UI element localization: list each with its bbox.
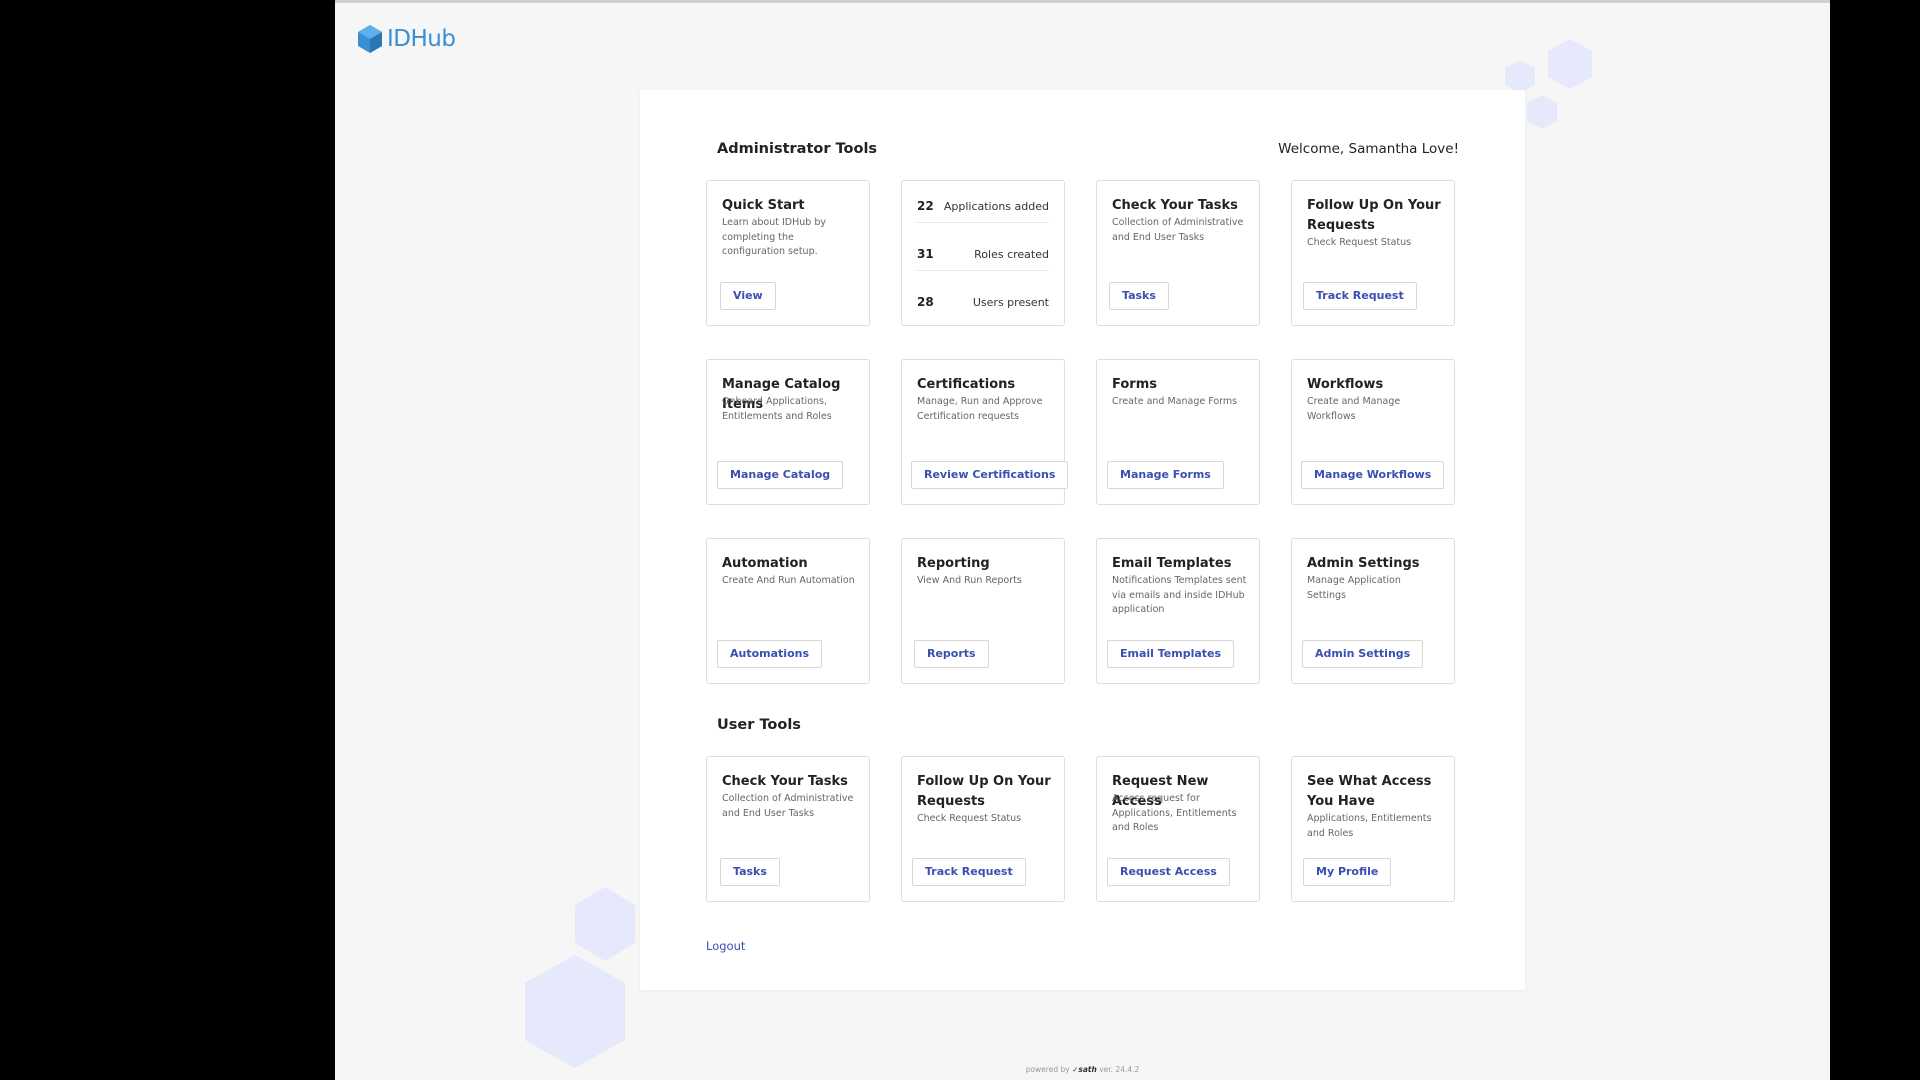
version-text: ver. 24.4.2: [1099, 1065, 1140, 1074]
card-check-tasks: Check Your Tasks Collection of Administr…: [1096, 180, 1260, 326]
manage-catalog-button[interactable]: Manage Catalog: [717, 461, 844, 489]
card-desc: View And Run Reports: [917, 575, 1022, 586]
user-tools-title: User Tools: [717, 717, 801, 733]
card-see-access: See What Access You Have Applications, E…: [1291, 756, 1455, 902]
card-title: Follow Up On Your Requests: [917, 774, 1051, 809]
stat-applications: 22 Applications added: [917, 190, 1049, 223]
card-manage-catalog: Manage Catalog Items Onboard Application…: [706, 359, 870, 505]
stat-label: Users present: [972, 295, 1049, 309]
card-title: Check Your Tasks: [722, 774, 848, 789]
card-quick-start: Quick Start Learn about IDHub by complet…: [706, 180, 870, 326]
card-desc: Learn about IDHub by completing the conf…: [722, 217, 826, 257]
card-desc: Check Request Status: [917, 813, 1022, 824]
card-title: Quick Start: [722, 198, 805, 213]
track-request-button[interactable]: Track Request: [1303, 282, 1417, 310]
card-stats: 22 Applications added 31 Roles created 2…: [901, 180, 1065, 326]
logout-link[interactable]: Logout: [706, 939, 745, 953]
card-desc: Manage, Run and Approve Certification re…: [917, 396, 1043, 422]
card-reporting: Reporting View And Run Reports Reports: [901, 538, 1065, 684]
manage-forms-button[interactable]: Manage Forms: [1107, 461, 1224, 489]
card-desc: Create And Run Automation: [722, 575, 855, 586]
tasks-button[interactable]: Tasks: [720, 858, 780, 886]
card-title: Follow Up On Your Requests: [1307, 198, 1441, 233]
app-page: IDHub Administrator Tools Welcome, Saman…: [335, 0, 1830, 1080]
card-user-follow-up: Follow Up On Your Requests Check Request…: [901, 756, 1065, 902]
card-desc: Applications, Entitlements and Roles: [1307, 813, 1432, 839]
stat-value: 22: [917, 199, 934, 213]
card-desc: Check Request Status: [1307, 237, 1412, 248]
card-request-access: Request New Access Access request for Ap…: [1096, 756, 1260, 902]
card-desc: Access request for Applications, Entitle…: [1112, 793, 1237, 833]
card-title: See What Access You Have: [1307, 774, 1432, 809]
footer: powered by ✓sath ver. 24.4.2: [335, 1065, 1830, 1074]
stat-label: Applications added: [943, 199, 1049, 213]
card-automation: Automation Create And Run Automation Aut…: [706, 538, 870, 684]
idhub-logo[interactable]: IDHub: [357, 24, 456, 54]
card-title: Automation: [722, 556, 808, 571]
stat-label: Roles created: [974, 247, 1049, 261]
card-desc: Create and Manage Workflows: [1307, 396, 1401, 422]
card-workflows: Workflows Create and Manage Workflows Ma…: [1291, 359, 1455, 505]
track-request-button[interactable]: Track Request: [912, 858, 1026, 886]
card-desc: Collection of Administrative and End Use…: [722, 793, 854, 819]
top-border: [335, 0, 1830, 3]
email-templates-button[interactable]: Email Templates: [1107, 640, 1235, 668]
stat-roles: 31 Roles created: [917, 238, 1049, 271]
card-title: Admin Settings: [1307, 556, 1420, 571]
powered-by-text: powered by: [1025, 1065, 1070, 1074]
manage-workflows-button[interactable]: Manage Workflows: [1301, 461, 1445, 489]
card-admin-settings: Admin Settings Manage Application Settin…: [1291, 538, 1455, 684]
card-title: Forms: [1112, 377, 1157, 392]
card-desc: Create and Manage Forms: [1112, 396, 1238, 407]
stat-users: 28 Users present: [917, 286, 1049, 318]
automations-button[interactable]: Automations: [717, 640, 823, 668]
hexagon-logo-icon: [358, 25, 382, 53]
card-forms: Forms Create and Manage Forms Manage For…: [1096, 359, 1260, 505]
card-title: Reporting: [917, 556, 990, 571]
stat-value: 31: [917, 247, 934, 261]
main-panel: Administrator Tools Welcome, Samantha Lo…: [640, 90, 1525, 990]
card-title: Check Your Tasks: [1112, 198, 1238, 213]
admin-tools-title: Administrator Tools: [717, 141, 878, 157]
card-desc: Collection of Administrative and End Use…: [1112, 217, 1244, 243]
review-certifications-button[interactable]: Review Certifications: [911, 461, 1069, 489]
my-profile-button[interactable]: My Profile: [1303, 858, 1392, 886]
view-button[interactable]: View: [720, 282, 776, 310]
welcome-message: Welcome, Samantha Love!: [1278, 141, 1459, 157]
admin-settings-button[interactable]: Admin Settings: [1302, 640, 1424, 668]
card-desc: Notifications Templates sent via emails …: [1112, 575, 1247, 615]
card-user-check-tasks: Check Your Tasks Collection of Administr…: [706, 756, 870, 902]
stat-value: 28: [917, 295, 934, 309]
card-title: Certifications: [917, 377, 1016, 392]
vendor-logo-icon: ✓sath: [1072, 1065, 1097, 1074]
logo-text: IDHub: [387, 26, 456, 52]
reports-button[interactable]: Reports: [914, 640, 989, 668]
card-title: Email Templates: [1112, 556, 1232, 571]
card-desc: Manage Application Settings: [1307, 575, 1401, 601]
tasks-button[interactable]: Tasks: [1109, 282, 1169, 310]
card-desc: Onboard Applications, Entitlements and R…: [722, 396, 832, 422]
card-title: Workflows: [1307, 377, 1384, 392]
decorative-hexagons-bottom-icon: [525, 887, 635, 1068]
card-follow-up: Follow Up On Your Requests Check Request…: [1291, 180, 1455, 326]
card-certifications: Certifications Manage, Run and Approve C…: [901, 359, 1069, 505]
card-email-templates: Email Templates Notifications Templates …: [1096, 538, 1260, 684]
vendor-name: sath: [1078, 1065, 1097, 1074]
request-access-button[interactable]: Request Access: [1107, 858, 1230, 886]
